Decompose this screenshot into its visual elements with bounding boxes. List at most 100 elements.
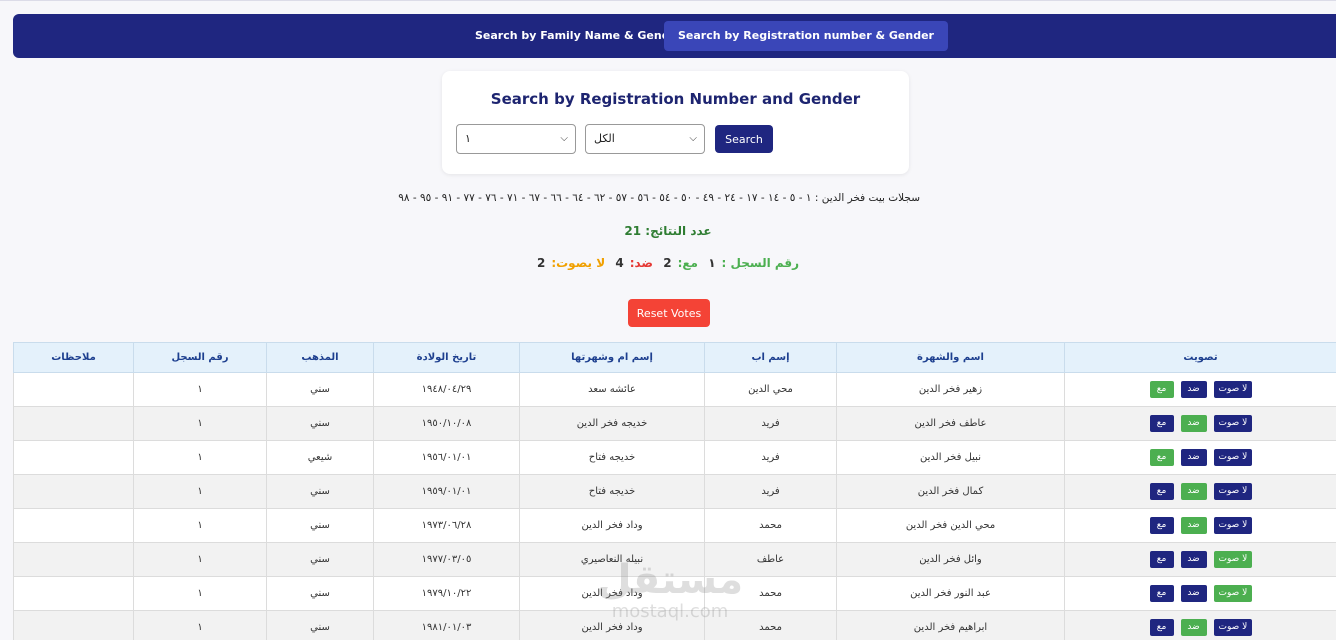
cell-name: زهير فخر الدين	[836, 372, 1065, 407]
table-row: مع ضد لا صوت محي الدين فخر الدين محمد وداد فخ…	[13, 508, 1336, 543]
cell-mother: نبيله النعاصيري	[519, 542, 705, 577]
vote-none-button[interactable]: لا صوت	[1213, 415, 1252, 432]
cell-registration: ١	[133, 610, 267, 640]
top-navbar: Search by Family Name & Gender Search by…	[13, 14, 1336, 58]
chevron-down-icon: ⌵	[560, 133, 568, 144]
vote-against-button[interactable]: ضد	[1180, 381, 1207, 398]
cell-mother: خديجه فتاح	[519, 474, 705, 509]
vote-buttons: مع ضد لا صوت	[1066, 449, 1336, 466]
summary-for-value: 2	[663, 256, 672, 270]
reset-votes-button[interactable]: Reset Votes	[628, 299, 710, 327]
vote-for-button[interactable]: مع	[1149, 381, 1174, 398]
vote-against-button[interactable]: ضد	[1180, 449, 1207, 466]
vote-cell: مع ضد لا صوت	[1064, 406, 1336, 441]
header-sect: المذهب	[266, 342, 374, 373]
header-birth-date: تاريخ الولادة	[373, 342, 520, 373]
cell-mother: وداد فخر الدين	[519, 576, 705, 611]
vote-none-button[interactable]: لا صوت	[1213, 449, 1252, 466]
cell-father: محمد	[704, 576, 837, 611]
cell-sect: سني	[266, 474, 374, 509]
vote-none-button[interactable]: لا صوت	[1213, 483, 1252, 500]
cell-father: فريد	[704, 406, 837, 441]
header-father: إسم اب	[704, 342, 837, 373]
cell-father: فريد	[704, 474, 837, 509]
cell-birth-date: ١٩٥٩/٠١/٠١	[373, 474, 520, 509]
vote-for-button[interactable]: مع	[1149, 517, 1174, 534]
cell-birth-date: ١٩٧٣/٠٦/٢٨	[373, 508, 520, 543]
vote-buttons: مع ضد لا صوت	[1066, 381, 1336, 398]
vote-against-button[interactable]: ضد	[1180, 415, 1207, 432]
vote-none-button[interactable]: لا صوت	[1213, 381, 1252, 398]
cell-sect: سني	[266, 508, 374, 543]
vote-for-button[interactable]: مع	[1149, 619, 1174, 636]
vote-against-button[interactable]: ضد	[1180, 551, 1207, 568]
summary-no-vote-label: لا يصوت:	[551, 256, 606, 270]
vote-buttons: مع ضد لا صوت	[1066, 551, 1336, 568]
vote-against-button[interactable]: ضد	[1180, 619, 1207, 636]
header-name: اسم والشهرة	[836, 342, 1065, 373]
cell-father: محي الدين	[704, 372, 837, 407]
vote-for-button[interactable]: مع	[1149, 415, 1174, 432]
chevron-down-icon: ⌵	[689, 133, 697, 144]
results-count-label: عدد النتائج:	[645, 224, 712, 238]
cell-father: فريد	[704, 440, 837, 475]
cell-sect: سني	[266, 406, 374, 441]
vote-against-button[interactable]: ضد	[1180, 483, 1207, 500]
search-card: Search by Registration Number and Gender…	[442, 71, 909, 174]
cell-birth-date: ١٩٥٦/٠١/٠١	[373, 440, 520, 475]
table-row: مع ضد لا صوت زهير فخر الدين محي الدين عائشه س…	[13, 372, 1336, 407]
family-records-list: سجلات بيت فخر الدين : ١ - ٥ - ١٤ - ١٧ - …	[398, 192, 920, 204]
vote-summary: رقم السجل : ١ مع: 2 ضد: 4 لا يصوت: 2	[420, 256, 916, 270]
vote-against-button[interactable]: ضد	[1180, 585, 1207, 602]
vote-for-button[interactable]: مع	[1149, 551, 1174, 568]
vote-for-button[interactable]: مع	[1149, 449, 1174, 466]
top-border	[0, 0, 1336, 1]
results-table: تصويت اسم والشهرة إسم اب إسم ام وشهرتها …	[13, 342, 1336, 640]
vote-cell: مع ضد لا صوت	[1064, 576, 1336, 611]
registration-select[interactable]: ١ ⌵	[456, 124, 576, 154]
cell-registration: ١	[133, 542, 267, 577]
gender-select[interactable]: الكل ⌵	[585, 124, 705, 154]
cell-birth-date: ١٩٥٠/١٠/٠٨	[373, 406, 520, 441]
cell-name: نبيل فخر الدين	[836, 440, 1065, 475]
cell-father: عاطف	[704, 542, 837, 577]
summary-record-value: ١	[708, 256, 716, 270]
cell-father: محمد	[704, 508, 837, 543]
vote-none-button[interactable]: لا صوت	[1213, 619, 1252, 636]
table-row: مع ضد لا صوت عبد النور فخر الدين محمد وداد فخ…	[13, 576, 1336, 611]
tab-family-name-gender[interactable]: Search by Family Name & Gender	[461, 21, 696, 51]
vote-none-button[interactable]: لا صوت	[1213, 517, 1252, 534]
table-row: مع ضد لا صوت ابراهيم فخر الدين محمد وداد فخر …	[13, 610, 1336, 640]
vote-cell: مع ضد لا صوت	[1064, 610, 1336, 640]
header-notes: ملاحظات	[13, 342, 134, 373]
search-button[interactable]: Search	[715, 125, 773, 153]
cell-registration: ١	[133, 474, 267, 509]
vote-none-button[interactable]: لا صوت	[1213, 551, 1252, 568]
cell-name: عبد النور فخر الدين	[836, 576, 1065, 611]
cell-sect: سني	[266, 610, 374, 640]
cell-sect: شيعي	[266, 440, 374, 475]
vote-buttons: مع ضد لا صوت	[1066, 483, 1336, 500]
cell-registration: ١	[133, 406, 267, 441]
cell-mother: خديجه فتاح	[519, 440, 705, 475]
vote-against-button[interactable]: ضد	[1180, 517, 1207, 534]
vote-for-button[interactable]: مع	[1149, 483, 1174, 500]
cell-mother: خديجه فخر الدين	[519, 406, 705, 441]
cell-notes	[13, 508, 134, 543]
cell-notes	[13, 576, 134, 611]
table-header-row: تصويت اسم والشهرة إسم اب إسم ام وشهرتها …	[13, 342, 1336, 373]
cell-notes	[13, 474, 134, 509]
vote-cell: مع ضد لا صوت	[1064, 474, 1336, 509]
results-count-value: 21	[624, 224, 642, 238]
tab-registration-gender[interactable]: Search by Registration number & Gender	[664, 21, 948, 51]
cell-notes	[13, 372, 134, 407]
cell-father: محمد	[704, 610, 837, 640]
cell-sect: سني	[266, 576, 374, 611]
cell-birth-date: ١٩٨١/٠١/٠٣	[373, 610, 520, 640]
vote-none-button[interactable]: لا صوت	[1213, 585, 1252, 602]
cell-notes	[13, 610, 134, 640]
cell-registration: ١	[133, 508, 267, 543]
summary-against-label: ضد:	[629, 256, 654, 270]
vote-for-button[interactable]: مع	[1149, 585, 1174, 602]
vote-buttons: مع ضد لا صوت	[1066, 415, 1336, 432]
